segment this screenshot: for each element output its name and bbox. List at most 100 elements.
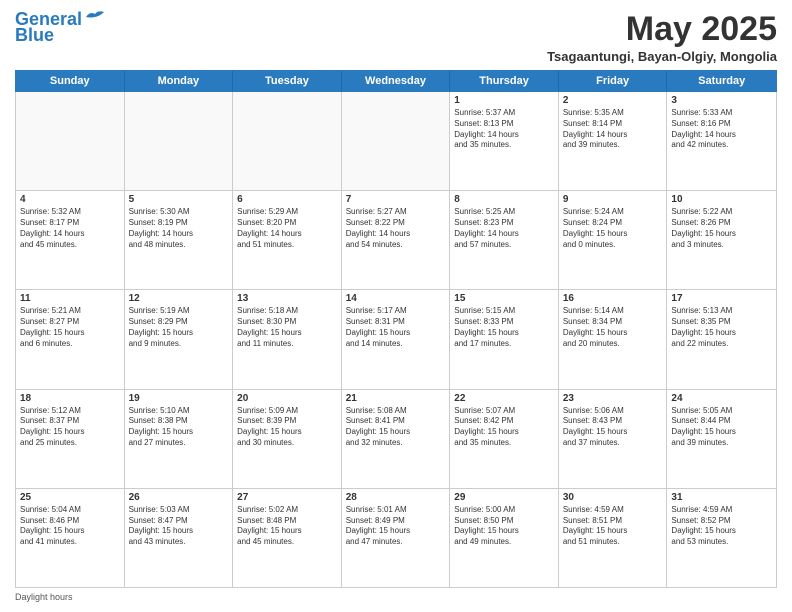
calendar-cell: 31Sunrise: 4:59 AM Sunset: 8:52 PM Dayli… xyxy=(667,489,776,587)
day-number: 16 xyxy=(563,293,663,304)
day-number: 12 xyxy=(129,293,229,304)
calendar-cell: 1 Sunrise: 5:37 AM Sunset: 8:13 PM Daylig… xyxy=(450,92,559,190)
day-number: 18 xyxy=(20,393,120,404)
day-number: 19 xyxy=(129,393,229,404)
calendar-cell: 12 Sunrise: 5:19 AM Sunset: 8:29 PM Dayli… xyxy=(125,290,234,388)
header-thursday: Thursday xyxy=(450,71,559,91)
calendar-cell: 17 Sunrise: 5:13 AM Sunset: 8:35 PM Dayli… xyxy=(667,290,776,388)
day-number: 28 xyxy=(346,492,446,503)
day-number: 13 xyxy=(237,293,337,304)
cell-info: Sunrise: 5:37 AM Sunset: 8:13 PM Dayligh… xyxy=(454,108,554,151)
cell-info: Sunrise: 5:03 AM Sunset: 8:47 PM Dayligh… xyxy=(129,505,229,548)
cell-info: Sunrise: 5:19 AM Sunset: 8:29 PM Dayligh… xyxy=(129,306,229,349)
calendar-cell: 22 Sunrise: 5:07 AM Sunset: 8:42 PM Dayli… xyxy=(450,390,559,488)
day-number: 3 xyxy=(671,95,772,106)
logo-bird-icon xyxy=(84,9,106,25)
calendar-cell: 20Sunrise: 5:09 AM Sunset: 8:39 PM Dayli… xyxy=(233,390,342,488)
cell-info: Sunrise: 5:07 AM Sunset: 8:42 PM Dayligh… xyxy=(454,406,554,449)
cell-info: Sunrise: 5:04 AM Sunset: 8:46 PM Dayligh… xyxy=(20,505,120,548)
footer-note: Daylight hours xyxy=(15,592,777,602)
cell-info: Sunrise: 5:29 AM Sunset: 8:20 PM Dayligh… xyxy=(237,207,337,250)
day-number: 4 xyxy=(20,194,120,205)
calendar-row-2: 4 Sunrise: 5:32 AM Sunset: 8:17 PM Daylig… xyxy=(16,191,776,290)
cell-info: Sunrise: 5:30 AM Sunset: 8:19 PM Dayligh… xyxy=(129,207,229,250)
calendar-cell: 2Sunrise: 5:35 AM Sunset: 8:14 PM Daylig… xyxy=(559,92,668,190)
cell-info: Sunrise: 5:10 AM Sunset: 8:38 PM Dayligh… xyxy=(129,406,229,449)
day-number: 9 xyxy=(563,194,663,205)
cell-info: Sunrise: 5:08 AM Sunset: 8:41 PM Dayligh… xyxy=(346,406,446,449)
cell-info: Sunrise: 5:21 AM Sunset: 8:27 PM Dayligh… xyxy=(20,306,120,349)
calendar-cell: 4 Sunrise: 5:32 AM Sunset: 8:17 PM Daylig… xyxy=(16,191,125,289)
calendar-row-5: 25 Sunrise: 5:04 AM Sunset: 8:46 PM Dayli… xyxy=(16,489,776,587)
calendar-cell: 30 Sunrise: 4:59 AM Sunset: 8:51 PM Dayli… xyxy=(559,489,668,587)
day-number: 15 xyxy=(454,293,554,304)
page: General Blue May 2025 Tsagaantungi, Baya… xyxy=(0,0,792,612)
day-number: 29 xyxy=(454,492,554,503)
cell-info: Sunrise: 5:32 AM Sunset: 8:17 PM Dayligh… xyxy=(20,207,120,250)
title-block: May 2025 Tsagaantungi, Bayan-Olgiy, Mong… xyxy=(547,10,777,64)
cell-info: Sunrise: 4:59 AM Sunset: 8:51 PM Dayligh… xyxy=(563,505,663,548)
calendar-cell: 28 Sunrise: 5:01 AM Sunset: 8:49 PM Dayli… xyxy=(342,489,451,587)
header-wednesday: Wednesday xyxy=(342,71,451,91)
logo-blue-text: Blue xyxy=(15,26,54,44)
cell-info: Sunrise: 5:05 AM Sunset: 8:44 PM Dayligh… xyxy=(671,406,772,449)
calendar-cell xyxy=(125,92,234,190)
header-sunday: Sunday xyxy=(16,71,125,91)
cell-info: Sunrise: 5:25 AM Sunset: 8:23 PM Dayligh… xyxy=(454,207,554,250)
calendar-cell: 6 Sunrise: 5:29 AM Sunset: 8:20 PM Daylig… xyxy=(233,191,342,289)
cell-info: Sunrise: 5:13 AM Sunset: 8:35 PM Dayligh… xyxy=(671,306,772,349)
cell-info: Sunrise: 5:24 AM Sunset: 8:24 PM Dayligh… xyxy=(563,207,663,250)
day-number: 17 xyxy=(671,293,772,304)
cell-info: Sunrise: 5:09 AM Sunset: 8:39 PM Dayligh… xyxy=(237,406,337,449)
calendar-cell: 15Sunrise: 5:15 AM Sunset: 8:33 PM Dayli… xyxy=(450,290,559,388)
calendar-cell: 3 Sunrise: 5:33 AM Sunset: 8:16 PM Daylig… xyxy=(667,92,776,190)
day-number: 27 xyxy=(237,492,337,503)
day-number: 22 xyxy=(454,393,554,404)
day-number: 26 xyxy=(129,492,229,503)
location-subtitle: Tsagaantungi, Bayan-Olgiy, Mongolia xyxy=(547,49,777,64)
calendar: Sunday Monday Tuesday Wednesday Thursday… xyxy=(15,70,777,588)
calendar-cell: 10 Sunrise: 5:22 AM Sunset: 8:26 PM Dayli… xyxy=(667,191,776,289)
cell-info: Sunrise: 5:06 AM Sunset: 8:43 PM Dayligh… xyxy=(563,406,663,449)
calendar-row-4: 18 Sunrise: 5:12 AM Sunset: 8:37 PM Dayli… xyxy=(16,390,776,489)
cell-info: Sunrise: 5:00 AM Sunset: 8:50 PM Dayligh… xyxy=(454,505,554,548)
calendar-cell: 29 Sunrise: 5:00 AM Sunset: 8:50 PM Dayli… xyxy=(450,489,559,587)
day-number: 7 xyxy=(346,194,446,205)
calendar-cell: 24Sunrise: 5:05 AM Sunset: 8:44 PM Dayli… xyxy=(667,390,776,488)
day-number: 10 xyxy=(671,194,772,205)
calendar-cell: 8Sunrise: 5:25 AM Sunset: 8:23 PM Daylig… xyxy=(450,191,559,289)
logo: General Blue xyxy=(15,10,106,44)
cell-info: Sunrise: 5:27 AM Sunset: 8:22 PM Dayligh… xyxy=(346,207,446,250)
header-tuesday: Tuesday xyxy=(233,71,342,91)
calendar-body: 1 Sunrise: 5:37 AM Sunset: 8:13 PM Daylig… xyxy=(15,92,777,588)
cell-info: Sunrise: 5:33 AM Sunset: 8:16 PM Dayligh… xyxy=(671,108,772,151)
header: General Blue May 2025 Tsagaantungi, Baya… xyxy=(15,10,777,64)
calendar-cell: 26 Sunrise: 5:03 AM Sunset: 8:47 PM Dayli… xyxy=(125,489,234,587)
calendar-cell xyxy=(233,92,342,190)
cell-info: Sunrise: 5:12 AM Sunset: 8:37 PM Dayligh… xyxy=(20,406,120,449)
calendar-cell: 14Sunrise: 5:17 AM Sunset: 8:31 PM Dayli… xyxy=(342,290,451,388)
calendar-header: Sunday Monday Tuesday Wednesday Thursday… xyxy=(15,70,777,92)
cell-info: Sunrise: 5:14 AM Sunset: 8:34 PM Dayligh… xyxy=(563,306,663,349)
day-number: 6 xyxy=(237,194,337,205)
day-number: 30 xyxy=(563,492,663,503)
calendar-cell: 11 Sunrise: 5:21 AM Sunset: 8:27 PM Dayli… xyxy=(16,290,125,388)
calendar-cell: 5Sunrise: 5:30 AM Sunset: 8:19 PM Daylig… xyxy=(125,191,234,289)
cell-info: Sunrise: 5:02 AM Sunset: 8:48 PM Dayligh… xyxy=(237,505,337,548)
day-number: 31 xyxy=(671,492,772,503)
calendar-cell: 7 Sunrise: 5:27 AM Sunset: 8:22 PM Daylig… xyxy=(342,191,451,289)
day-number: 2 xyxy=(563,95,663,106)
day-number: 23 xyxy=(563,393,663,404)
calendar-cell xyxy=(16,92,125,190)
day-number: 11 xyxy=(20,293,120,304)
day-number: 25 xyxy=(20,492,120,503)
calendar-cell: 19 Sunrise: 5:10 AM Sunset: 8:38 PM Dayli… xyxy=(125,390,234,488)
calendar-cell: 27 Sunrise: 5:02 AM Sunset: 8:48 PM Dayli… xyxy=(233,489,342,587)
cell-info: Sunrise: 5:01 AM Sunset: 8:49 PM Dayligh… xyxy=(346,505,446,548)
calendar-cell: 21Sunrise: 5:08 AM Sunset: 8:41 PM Dayli… xyxy=(342,390,451,488)
calendar-cell: 25 Sunrise: 5:04 AM Sunset: 8:46 PM Dayli… xyxy=(16,489,125,587)
header-monday: Monday xyxy=(125,71,234,91)
cell-info: Sunrise: 5:18 AM Sunset: 8:30 PM Dayligh… xyxy=(237,306,337,349)
day-number: 1 xyxy=(454,95,554,106)
cell-info: Sunrise: 5:22 AM Sunset: 8:26 PM Dayligh… xyxy=(671,207,772,250)
